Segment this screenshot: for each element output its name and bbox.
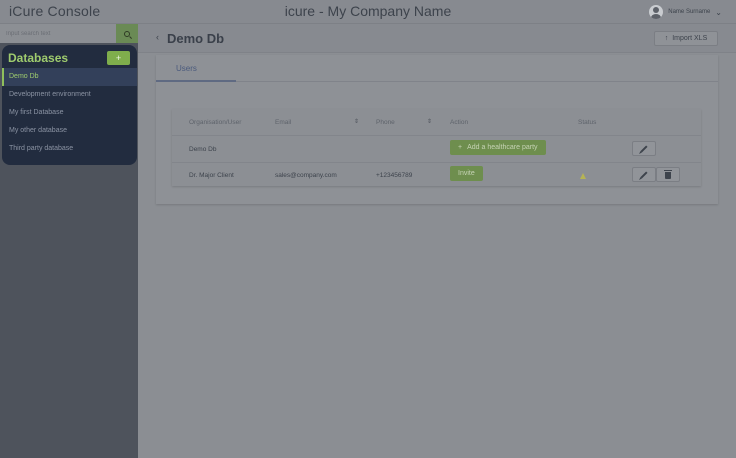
column-header-email[interactable]: Email (275, 119, 291, 126)
import-xls-label: Import XLS (672, 35, 708, 42)
trash-icon (664, 170, 672, 179)
table-row: Dr. Major Client sales@company.com +1234… (172, 163, 701, 189)
sidebar: Databases + Demo Db Development environm… (0, 24, 138, 458)
plus-icon: + (458, 144, 463, 151)
add-healthcare-party-button[interactable]: + Add a healthcare party (450, 140, 546, 155)
databases-title: Databases (8, 51, 69, 65)
edit-button[interactable] (632, 167, 656, 182)
tab-bar: Users (156, 55, 718, 82)
back-chevron-icon[interactable]: ‹ (156, 32, 159, 42)
user-name: Name Surname (668, 9, 711, 15)
column-header-phone[interactable]: Phone (376, 119, 395, 126)
upload-icon: ↑ (664, 35, 669, 42)
app-title: icure - My Company Name (284, 3, 452, 19)
search-input[interactable] (0, 24, 116, 43)
top-header: iCure Console icure - My Company Name Na… (0, 0, 736, 24)
column-header-action: Action (450, 119, 469, 126)
databases-panel: Databases + Demo Db Development environm… (2, 45, 137, 165)
row-email: sales@company.com (275, 172, 337, 179)
user-menu[interactable]: Name Surname ⌄ (649, 3, 722, 21)
column-header-organisation[interactable]: Organisation/User (189, 119, 241, 126)
database-card: Users Organisation/User Email ⇕ Phone ⇕ … (156, 55, 718, 204)
sidebar-item-my-first-database[interactable]: My first Database (2, 104, 137, 122)
page-header: ‹ Demo Db ↑ Import XLS (138, 24, 736, 53)
pencil-icon (640, 170, 648, 179)
search-icon (124, 30, 130, 37)
sort-icon[interactable]: ⇕ (354, 118, 359, 125)
sidebar-item-third-party-database[interactable]: Third party database (2, 140, 137, 158)
table-row: Demo Db + Add a healthcare party (172, 137, 701, 163)
user-avatar-icon (649, 5, 664, 19)
sidebar-item-development-environment[interactable]: Development environment (2, 86, 137, 104)
users-table: Organisation/User Email ⇕ Phone ⇕ Action… (172, 109, 701, 186)
add-healthcare-party-label: Add a healthcare party (467, 144, 538, 151)
databases-header: Databases + (2, 45, 137, 68)
main-content: ‹ Demo Db ↑ Import XLS Users Organisatio… (138, 24, 736, 458)
chevron-down-icon[interactable]: ⌄ (715, 8, 722, 17)
row-name: Demo Db (189, 146, 217, 153)
add-database-button[interactable]: + (107, 51, 130, 65)
pencil-icon (640, 144, 648, 153)
row-name: Dr. Major Client (189, 172, 234, 179)
delete-button[interactable] (656, 167, 680, 182)
search-button[interactable] (116, 24, 138, 43)
sidebar-item-my-other-database[interactable]: My other database (2, 122, 137, 140)
edit-button[interactable] (632, 141, 656, 156)
page-title: Demo Db (167, 31, 225, 46)
sidebar-item-demo-db[interactable]: Demo Db (2, 68, 137, 86)
tab-users[interactable]: Users (156, 55, 236, 82)
sort-icon[interactable]: ⇕ (427, 118, 432, 125)
column-header-status: Status (578, 119, 597, 126)
invite-label: Invite (458, 170, 475, 177)
row-phone: +123456789 (376, 172, 413, 179)
invite-button[interactable]: Invite (450, 166, 483, 181)
table-header: Organisation/User Email ⇕ Phone ⇕ Action… (172, 109, 701, 136)
warning-icon (580, 173, 586, 179)
import-xls-button[interactable]: ↑ Import XLS (654, 31, 718, 46)
